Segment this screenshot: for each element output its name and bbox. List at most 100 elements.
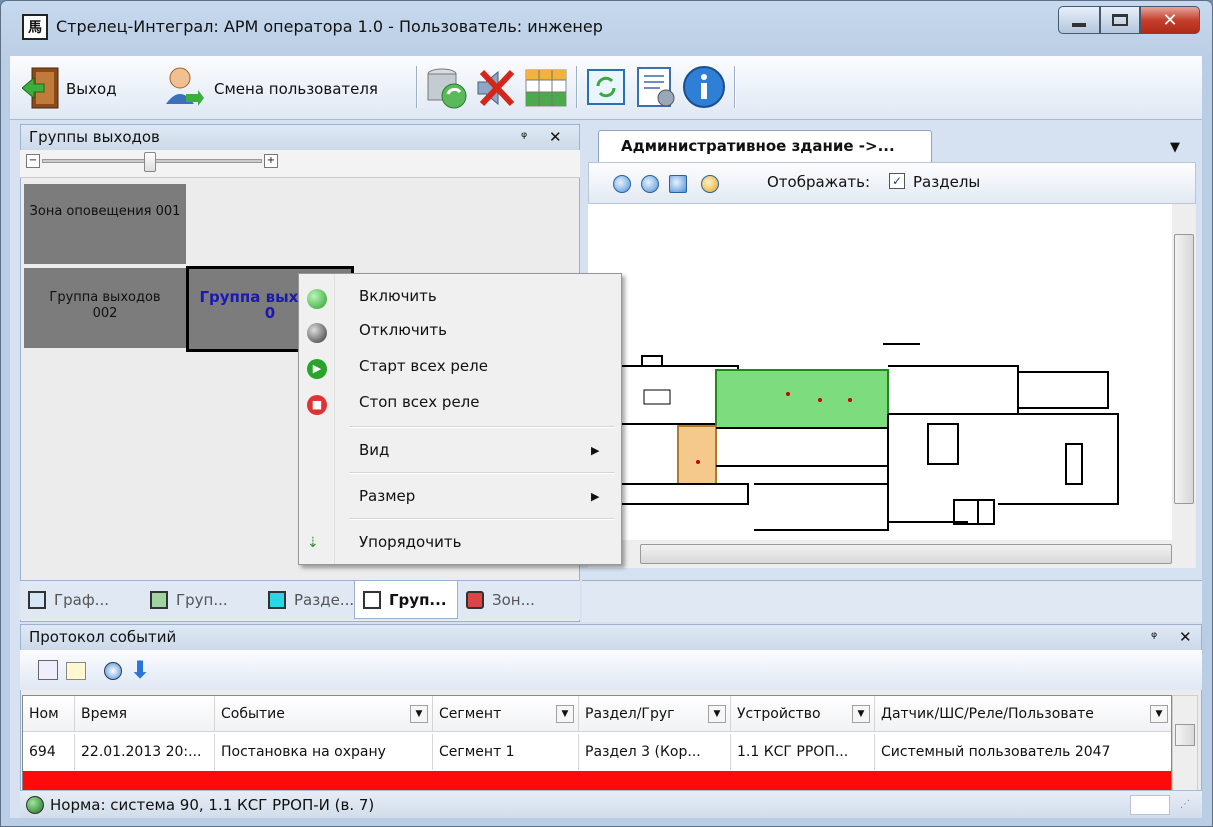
sort-icon: ⇣: [307, 535, 319, 551]
slider-thumb[interactable]: [144, 152, 156, 172]
scroll-thumb[interactable]: [640, 544, 1172, 564]
panel-title: Протокол событий: [29, 628, 177, 646]
tab-graph[interactable]: Граф...: [20, 581, 140, 619]
panel-title: Группы выходов: [29, 128, 160, 146]
close-panel-icon[interactable]: ✕: [1179, 628, 1192, 646]
search-map-icon[interactable]: [701, 175, 719, 193]
close-panel-icon[interactable]: ✕: [549, 128, 562, 146]
scroll-down-arrow-icon[interactable]: ⬇: [130, 656, 150, 684]
sync-database-button[interactable]: [424, 64, 468, 110]
menu-item-size[interactable]: Размер ▶: [299, 480, 621, 514]
tab-zones[interactable]: Зон...: [458, 581, 568, 619]
pin-icon[interactable]: ᵠ: [521, 128, 527, 146]
table-cell[interactable]: Постановка на охрану: [215, 734, 433, 770]
filter-dropdown-icon[interactable]: ▼: [708, 705, 726, 723]
tab-output-groups[interactable]: Груп...: [354, 581, 458, 619]
color-table-icon: [525, 69, 567, 107]
document-tab[interactable]: Административное здание ->...: [598, 130, 932, 162]
zones-icon: [466, 591, 484, 609]
refresh-button[interactable]: [584, 64, 628, 110]
status-bar: Норма: система 90, 1.1 КСГ РРОП-И (в. 7)…: [20, 790, 1202, 818]
column-header[interactable]: Датчик/ШС/Реле/Пользовате ▼: [875, 696, 1171, 732]
events-vertical-scrollbar[interactable]: [1172, 695, 1198, 791]
map-vertical-scrollbar[interactable]: [1172, 204, 1196, 540]
events-toolbar: ⬇: [20, 650, 1202, 690]
column-header[interactable]: Событие ▼: [215, 696, 433, 732]
zoom-out-icon[interactable]: −: [26, 154, 40, 168]
left-panel-tabs: Граф... Груп... Разде... Груп... Зон...: [20, 580, 580, 620]
table-cell[interactable]: Системный пользователь 2047: [875, 734, 1171, 770]
floor-plan-drawing: [588, 343, 1119, 531]
tile-zone-001[interactable]: Зона оповещения 001: [24, 184, 186, 264]
document-status-strip: [582, 580, 1202, 622]
toolbar-separator: [416, 66, 418, 108]
maximize-button[interactable]: [1100, 6, 1140, 34]
table-cell[interactable]: Сегмент 1: [433, 734, 579, 770]
app-icon[interactable]: ⾺: [22, 14, 48, 40]
tile-group-002[interactable]: Группа выходов 002: [24, 268, 186, 348]
map-horizontal-scrollbar[interactable]: [588, 540, 1196, 568]
column-header[interactable]: Ном: [23, 696, 75, 732]
table-view-button[interactable]: [524, 64, 568, 110]
menu-item-arrange[interactable]: ⇣ Упорядочить: [299, 526, 621, 560]
menu-separator: [349, 472, 615, 474]
camera-icon[interactable]: [104, 662, 122, 680]
zoom-slider[interactable]: − +: [20, 150, 580, 178]
minimize-icon: [1072, 23, 1086, 27]
column-header[interactable]: Раздел/Груг ▼: [579, 696, 731, 732]
zoom-in-map-icon[interactable]: [641, 175, 659, 193]
info-button[interactable]: [682, 64, 726, 110]
disable-sound-button[interactable]: [472, 64, 516, 110]
column-header[interactable]: Сегмент ▼: [433, 696, 579, 732]
status-indicator: [1130, 795, 1170, 815]
toolbar-separator: [734, 66, 736, 108]
scroll-thumb[interactable]: [1174, 234, 1194, 504]
fit-map-icon[interactable]: [669, 175, 687, 193]
database-sync-icon: [427, 68, 467, 109]
sections-checkbox[interactable]: ✓: [889, 173, 905, 189]
menu-item-disable[interactable]: Отключить: [299, 314, 621, 348]
column-header[interactable]: Устройство ▼: [731, 696, 875, 732]
pin-icon[interactable]: ᵠ: [1151, 628, 1157, 646]
close-button[interactable]: ✕: [1140, 6, 1200, 34]
graph-icon: [28, 591, 46, 609]
menu-item-stop-all-relays[interactable]: ■ Стоп всех реле: [299, 386, 621, 420]
close-icon: ✕: [1162, 9, 1178, 31]
filter-dropdown-icon[interactable]: ▼: [1150, 705, 1168, 723]
menu-separator: [349, 518, 615, 520]
settings-list-button[interactable]: [634, 64, 678, 110]
scroll-thumb[interactable]: [1175, 724, 1195, 746]
table-cell[interactable]: Раздел 3 (Кор...: [579, 734, 731, 770]
resize-grip-icon[interactable]: ⋰: [1180, 799, 1190, 810]
change-user-button[interactable]: Смена пользователя: [160, 64, 410, 110]
filter-settings-icon[interactable]: [66, 662, 86, 680]
status-text: Норма: система 90, 1.1 КСГ РРОП-И (в. 7): [50, 796, 375, 814]
table-cell[interactable]: 1.1 КСГ РРОП...: [731, 734, 875, 770]
column-header[interactable]: Время: [75, 696, 215, 732]
tab-groups[interactable]: Груп...: [142, 581, 258, 619]
minimize-button[interactable]: [1058, 6, 1100, 34]
filter-dropdown-icon[interactable]: ▼: [410, 705, 428, 723]
filter-dropdown-icon[interactable]: ▼: [556, 705, 574, 723]
show-label: Отображать:: [767, 173, 871, 191]
exit-button[interactable]: Выход: [21, 64, 117, 110]
main-toolbar: Выход Смена пользователя: [10, 56, 1202, 120]
zoom-in-icon[interactable]: +: [264, 154, 278, 168]
status-ok-icon: [26, 796, 44, 814]
change-user-label: Смена пользователя: [214, 80, 378, 98]
menu-separator: [349, 426, 615, 428]
filter-dropdown-icon[interactable]: ▼: [852, 705, 870, 723]
floor-plan-map[interactable]: [588, 204, 1172, 540]
menu-item-start-all-relays[interactable]: ▶ Старт всех реле: [299, 350, 621, 384]
zoom-out-map-icon[interactable]: [613, 175, 631, 193]
columns-icon[interactable]: [38, 660, 58, 680]
menu-item-view[interactable]: Вид ▶: [299, 434, 621, 468]
table-cell[interactable]: 22.01.2013 20:...: [75, 734, 215, 770]
title-bar[interactable]: ⾺ Стрелец-Интеграл: АРМ оператора 1.0 - …: [0, 0, 1211, 56]
alarm-table-row[interactable]: [23, 771, 1171, 790]
table-cell[interactable]: 694: [23, 734, 75, 770]
tab-list-dropdown-icon[interactable]: ▼: [1170, 140, 1180, 155]
info-icon: [683, 66, 725, 108]
submenu-arrow-icon: ▶: [591, 490, 600, 503]
menu-item-enable[interactable]: Включить: [299, 280, 621, 314]
